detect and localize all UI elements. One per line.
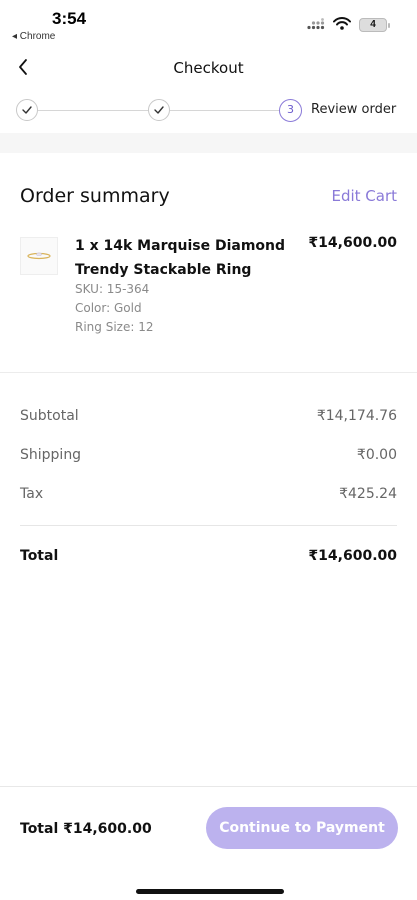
status-time: 3:54 — [52, 9, 87, 28]
checkout-footer: Total ₹14,600.00 Continue to Payment — [0, 786, 417, 900]
product-name: 1 x 14k Marquise Diamond Trendy Stackabl… — [75, 238, 286, 278]
continue-to-payment-button[interactable]: Continue to Payment — [206, 807, 398, 849]
subtotal-value: ₹14,174.76 — [316, 408, 397, 424]
product-thumbnail — [20, 237, 58, 275]
battery-icon: 4 — [359, 17, 390, 32]
divider — [0, 372, 417, 373]
tax-value: ₹425.24 — [339, 486, 397, 502]
step-3-label: Review order — [311, 102, 397, 117]
cellular-signal-icon — [307, 15, 325, 34]
step-2-completed[interactable] — [148, 99, 170, 121]
subtotal-label: Subtotal — [20, 408, 79, 424]
ring-icon — [27, 252, 51, 260]
order-summary-title: Order summary — [20, 185, 170, 207]
checkout-stepper: 3 Review order — [0, 90, 417, 130]
product-price: ₹14,600.00 — [308, 235, 397, 251]
status-icons: 4 — [307, 15, 390, 34]
footer-total: Total ₹14,600.00 — [20, 821, 152, 837]
shipping-value: ₹0.00 — [356, 447, 397, 463]
total-value: ₹14,600.00 — [308, 548, 397, 564]
status-bar: 3:54 ◂ Chrome 4 — [0, 0, 417, 48]
product-sku: SKU: 15-364 — [75, 282, 150, 296]
totals-divider — [20, 525, 397, 526]
product-ring-size: Ring Size: 12 — [75, 320, 154, 334]
checkout-header: Checkout — [0, 50, 417, 90]
shipping-label: Shipping — [20, 447, 82, 463]
product-color: Color: Gold — [75, 301, 142, 315]
back-to-app-link[interactable]: ◂ Chrome — [12, 31, 55, 42]
step-3-current: 3 — [279, 99, 302, 122]
checkmark-icon — [22, 106, 32, 114]
wifi-icon — [333, 15, 351, 34]
edit-cart-link[interactable]: Edit Cart — [331, 187, 397, 205]
tax-label: Tax — [20, 486, 44, 502]
home-indicator[interactable] — [136, 889, 284, 894]
step-connector — [38, 110, 148, 111]
page-title: Checkout — [173, 59, 244, 77]
step-connector — [170, 110, 279, 111]
total-label: Total — [20, 548, 59, 564]
section-separator — [0, 133, 417, 153]
step-1-completed[interactable] — [16, 99, 38, 121]
checkmark-icon — [154, 106, 164, 114]
